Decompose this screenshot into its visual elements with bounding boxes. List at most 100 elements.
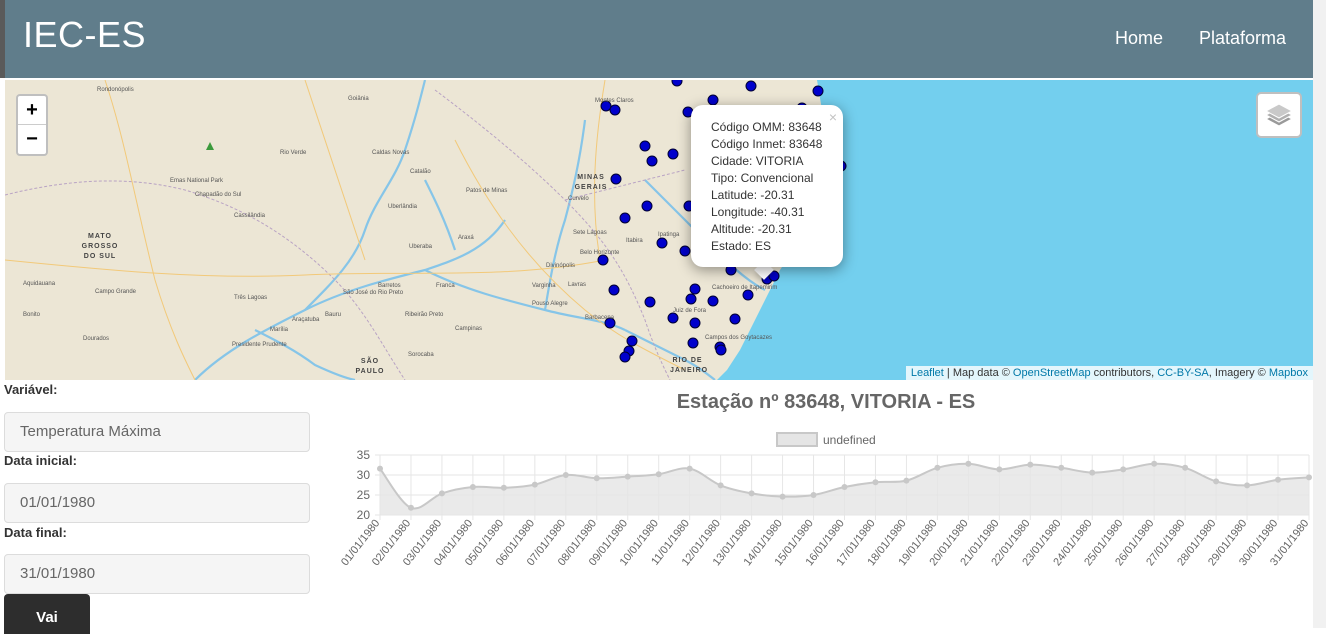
map-label: Campo Grande [95,289,137,295]
leaflet-link[interactable]: Leaflet [911,367,944,379]
data-point [686,465,693,472]
nav-home-link[interactable]: Home [1115,28,1163,49]
variable-label: Variável: [4,382,58,397]
map-label: Três Lagoas [234,295,268,301]
brand-logo[interactable]: IEC-ES [23,14,146,56]
y-tick-label: 20 [357,508,371,522]
data-point [500,484,507,491]
map-label: Chapadão do Sul [195,192,242,198]
map-label: Uberaba [409,244,433,250]
popup-line: Latitude: -20.31 [711,188,795,202]
data-point [377,465,383,472]
zoom-out-button[interactable]: − [18,125,46,154]
map-tiles [5,80,1313,380]
map-label: Barbacena [585,315,615,321]
layers-button[interactable] [1256,92,1302,138]
data-point [438,490,445,497]
map-label: Cassilândia [234,213,266,219]
popup-line: Cidade: VITORIA [711,154,804,168]
map-label: Goiânia [348,96,369,102]
data-point [1027,461,1034,468]
popup-line: Longitude: -40.31 [711,205,805,219]
mapbox-link[interactable]: Mapbox [1269,367,1308,379]
data-point [1244,482,1251,489]
y-tick-label: 35 [357,448,371,462]
map-label: Dourados [83,336,110,342]
data-point [841,484,848,490]
license-link[interactable]: CC-BY-SA [1157,367,1209,379]
navbar: IEC-ES Home Plataforma [0,0,1313,78]
map-label: Belo Horizonte [580,250,620,256]
map-label: Ipatinga [658,232,680,238]
map-label: Marília [270,327,289,333]
map-label: Curvelo [568,196,589,202]
submit-button[interactable]: Vai [4,594,90,634]
popup-line: Estado: ES [711,239,772,253]
map-label: Araxá [458,235,474,241]
variable-select[interactable]: Temperatura Máxima [4,412,310,452]
map-label: Bonito [23,312,41,318]
map-label: Cachoeiro de Itapemirim [712,285,778,291]
station-map[interactable]: Rondonópolis Goiânia Rio Verde Caldas No… [5,80,1313,380]
data-point [1306,474,1312,481]
data-point [624,473,631,480]
attribution-text: | Map data © [943,367,1013,379]
temperature-chart: undefined2025303501/01/198002/01/198003/… [339,432,1312,568]
station-popup: × Código OMM: 83648 Código Inmet: 83648 … [691,105,843,267]
data-point [934,464,941,471]
map-label: Campinas [455,326,483,332]
popup-line: Código OMM: 83648 [711,120,822,134]
map-label: Juiz de Fora [673,308,707,314]
page-scrollbar[interactable] [1313,0,1326,628]
map-attribution: Leaflet | Map data © OpenStreetMap contr… [905,366,1313,380]
osm-link[interactable]: OpenStreetMap [1013,367,1091,379]
map-label: Uberlândia [388,204,418,210]
data-point [903,477,910,484]
map-label: Rondonópolis [97,87,134,93]
popup-close-button[interactable]: × [829,109,837,125]
data-point [531,481,538,488]
start-date-input[interactable]: 01/01/1980 [4,483,310,523]
map-label: Divinópolis [546,263,576,269]
map-label: Rio Verde [280,150,307,156]
map-label: Patos de Minas [466,188,508,194]
map-label: Franca [436,283,455,289]
end-date-input[interactable]: 31/01/1980 [4,554,310,594]
data-point [1275,476,1282,483]
map-state-label: RIO DE JANEIRO [670,357,709,374]
map-label: Itabira [626,238,643,244]
legend-swatch [776,432,818,447]
data-point [407,504,414,511]
data-point [1213,478,1220,485]
data-point [593,475,600,482]
data-point [748,490,755,497]
data-point [1120,466,1127,473]
data-point [1089,469,1096,476]
attribution-text: , Imagery © [1208,367,1269,379]
nav-plataforma-link[interactable]: Plataforma [1199,28,1286,49]
data-point [996,466,1003,473]
map-state-label: MATO GROSSO DO SUL [81,233,119,260]
map-label: Pouso Alegre [532,301,568,307]
map-label: Aquidauana [23,281,56,287]
map-label: Montes Claros [595,98,634,104]
popup-line: Altitude: -20.31 [711,222,792,236]
data-point [717,482,724,489]
chart-title: Estação nº 83648, VITORIA - ES [676,391,976,413]
data-point [810,492,817,498]
layers-icon [1264,103,1294,127]
map-label: Sorocaba [408,352,434,358]
data-point [872,479,879,486]
end-date-label: Data final: [4,525,67,540]
data-point [965,460,972,467]
map-label: Caldas Novas [372,150,410,156]
attribution-text: contributors, [1090,367,1158,379]
map-label: Emas National Park [170,178,224,184]
map-label: Lavras [568,282,587,288]
y-tick-label: 25 [357,488,371,502]
legend-label: undefined [823,433,876,447]
data-point [655,471,662,478]
map-label: Bauru [325,312,342,318]
data-point [1151,460,1158,467]
zoom-in-button[interactable]: + [18,96,46,125]
